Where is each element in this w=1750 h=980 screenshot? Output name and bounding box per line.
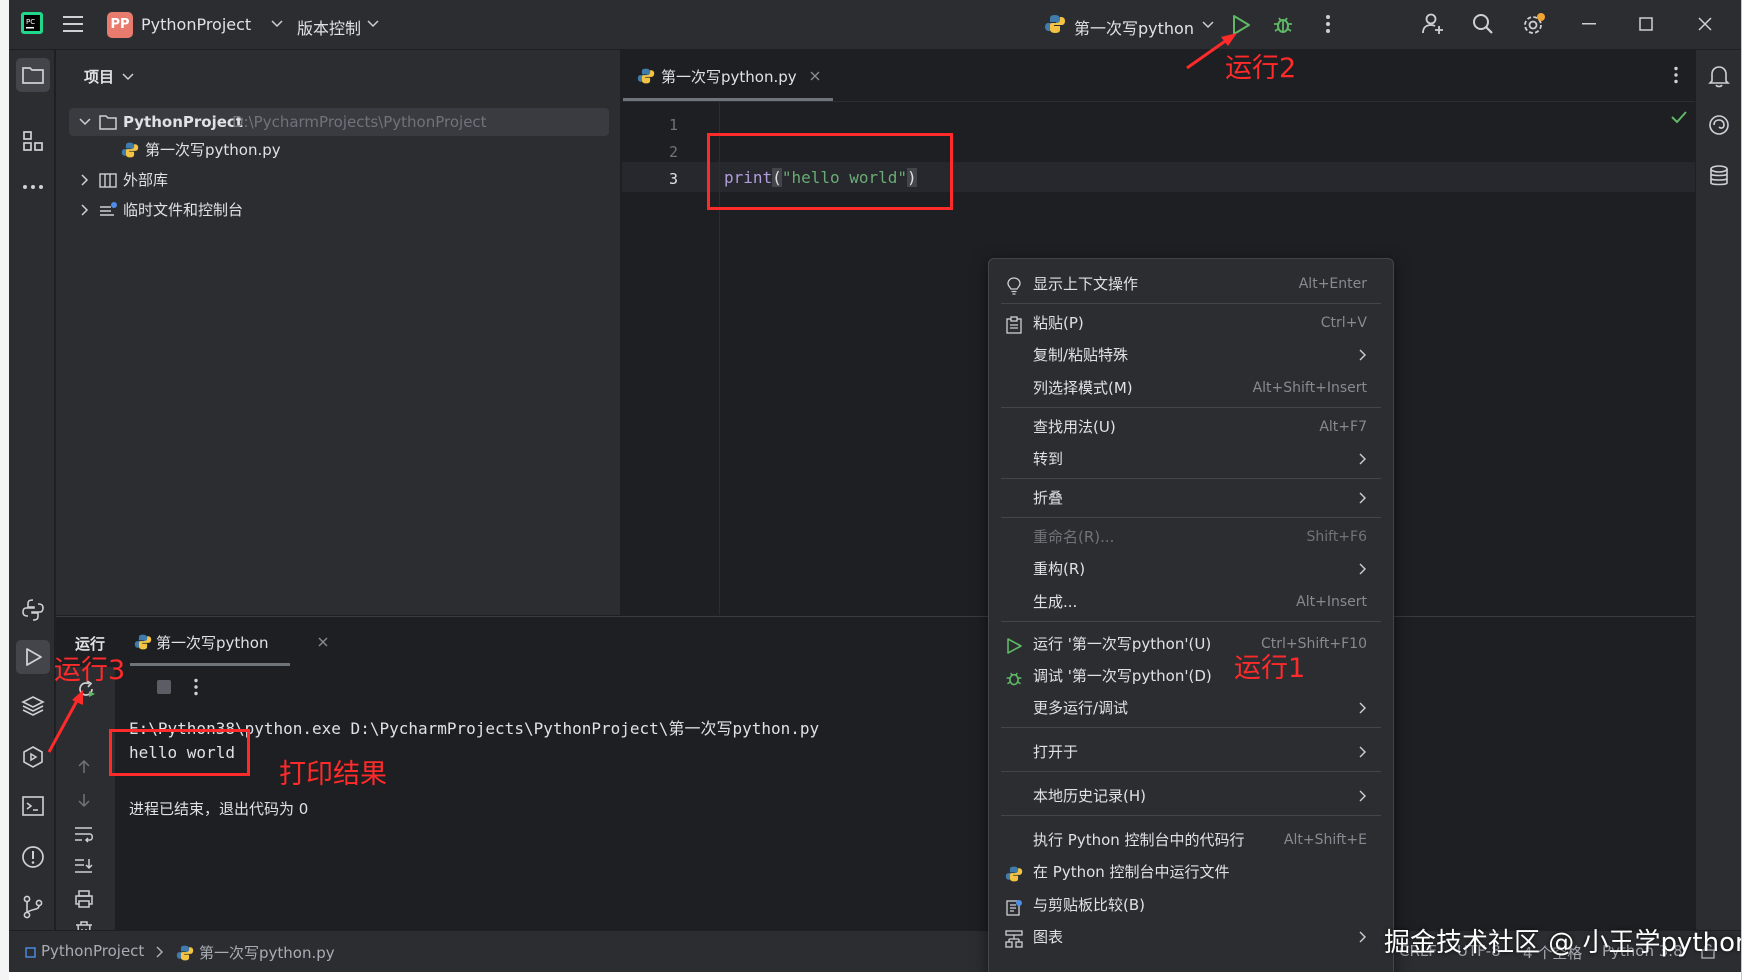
menu-item-copy-paste-special[interactable]: 复制/粘贴特殊: [1001, 340, 1381, 370]
menu-item-column-selection[interactable]: 列选择模式(M) Alt+Shift+Insert: [1001, 373, 1381, 403]
menu-item-label: 查找用法(U): [1033, 418, 1116, 436]
python-icon: [1005, 863, 1023, 882]
menu-item-label: 在 Python 控制台中运行文件: [1033, 863, 1230, 881]
menu-item-label: 本地历史记录(H): [1033, 787, 1146, 805]
menu-item-shortcut: Ctrl+V: [1320, 315, 1367, 331]
menu-separator: [1001, 815, 1381, 816]
chevron-right-icon: [1359, 922, 1367, 952]
watermark: 掘金技术社区 @ 小王学python: [1384, 928, 1741, 958]
menu-separator: [1001, 517, 1381, 518]
menu-item-label: 图表: [1033, 928, 1064, 946]
menu-separator: [1001, 303, 1381, 304]
arrow-run3: [47, 696, 81, 753]
clipboard-icon: [1005, 314, 1023, 334]
annotation-run3: 运行3: [54, 655, 126, 686]
menu-item-label: 重命名(R)...: [1033, 528, 1115, 546]
annotation-run1: 运行1: [1234, 653, 1306, 684]
chevron-right-icon: [1359, 483, 1367, 513]
menu-item-local-history[interactable]: 本地历史记录(H): [1001, 781, 1381, 811]
annotation-print-result: 打印结果: [279, 759, 387, 790]
menu-item-run[interactable]: 运行 '第一次写python'(U) Ctrl+Shift+F10: [1001, 629, 1381, 659]
chevron-right-icon: [1359, 781, 1367, 811]
menu-item-label: 复制/粘贴特殊: [1033, 346, 1129, 364]
menu-separator: [1001, 478, 1381, 479]
menu-separator: [1001, 771, 1381, 772]
lightbulb-icon: [1005, 275, 1023, 295]
menu-item-label: 运行 '第一次写python'(U): [1033, 635, 1212, 653]
menu-item-label: 粘贴(P): [1033, 314, 1084, 332]
menu-item-shortcut: Alt+Shift+Insert: [1252, 380, 1367, 396]
menu-item-label: 执行 Python 控制台中的代码行: [1033, 831, 1245, 849]
menu-item-refactor[interactable]: 重构(R): [1001, 554, 1381, 584]
menu-separator: [1001, 407, 1381, 408]
menu-item-shortcut: Alt+Shift+E: [1283, 832, 1367, 848]
chevron-right-icon: [1359, 693, 1367, 723]
chevron-right-icon: [1359, 340, 1367, 370]
menu-item-label: 折叠: [1033, 489, 1064, 507]
menu-item-label: 生成...: [1033, 593, 1078, 611]
menu-item-open-in[interactable]: 打开于: [1001, 737, 1381, 767]
menu-item-label: 调试 '第一次写python'(D): [1033, 667, 1212, 685]
menu-item-shortcut: Alt+Enter: [1298, 276, 1367, 292]
menu-item-exec-in-console[interactable]: 执行 Python 控制台中的代码行 Alt+Shift+E: [1001, 825, 1381, 855]
compare-icon: [1005, 896, 1023, 916]
menu-item-paste[interactable]: 粘贴(P) Ctrl+V: [1001, 308, 1381, 338]
annotation-arrows: [47, 33, 1237, 753]
menu-item-label: 与剪贴板比较(B): [1033, 896, 1145, 914]
menu-item-diagrams[interactable]: 图表: [1001, 922, 1381, 952]
menu-item-show-context-actions[interactable]: 显示上下文操作 Alt+Enter: [1001, 269, 1381, 299]
annotation-run2: 运行2: [1225, 53, 1297, 84]
menu-item-label: 打开于: [1033, 743, 1079, 761]
menu-item-label: 列选择模式(M): [1033, 379, 1133, 397]
menu-separator: [1001, 727, 1381, 728]
menu-item-shortcut: Alt+F7: [1319, 419, 1367, 435]
menu-item-generate[interactable]: 生成... Alt+Insert: [1001, 587, 1381, 617]
menu-item-label: 更多运行/调试: [1033, 699, 1129, 717]
chevron-right-icon: [1359, 737, 1367, 767]
menu-item-folding[interactable]: 折叠: [1001, 483, 1381, 513]
menu-separator: [1001, 621, 1381, 622]
background-window-edge-right: [1741, 0, 1750, 980]
menu-item-compare-clipboard[interactable]: 与剪贴板比较(B): [1001, 890, 1381, 920]
pycharm-window: PC PP PythonProject 版本控制 第一次写python 项目 P…: [9, 0, 1741, 972]
run-icon: [1005, 635, 1023, 654]
debug-icon: [1005, 667, 1023, 686]
editor-context-menu: 显示上下文操作 Alt+Enter 粘贴(P) Ctrl+V 复制/粘贴特殊 列…: [988, 258, 1394, 972]
chevron-right-icon: [1359, 554, 1367, 584]
menu-item-shortcut: Alt+Insert: [1296, 594, 1367, 610]
menu-item-debug[interactable]: 调试 '第一次写python'(D): [1001, 661, 1381, 691]
chevron-right-icon: [1359, 444, 1367, 474]
menu-item-shortcut: Shift+F6: [1306, 529, 1367, 545]
menu-item-label: 转到: [1033, 450, 1064, 468]
menu-item-label: 显示上下文操作: [1033, 275, 1139, 293]
background-window-edge: [0, 0, 9, 980]
menu-item-more-run-debug[interactable]: 更多运行/调试: [1001, 693, 1381, 723]
menu-item-goto[interactable]: 转到: [1001, 444, 1381, 474]
menu-item-label: 重构(R): [1033, 560, 1086, 578]
menu-item-run-file-in-console[interactable]: 在 Python 控制台中运行文件: [1001, 857, 1381, 887]
menu-item-rename[interactable]: 重命名(R)... Shift+F6: [1001, 522, 1381, 552]
menu-item-find-usages[interactable]: 查找用法(U) Alt+F7: [1001, 412, 1381, 442]
diagram-icon: [1005, 928, 1023, 948]
